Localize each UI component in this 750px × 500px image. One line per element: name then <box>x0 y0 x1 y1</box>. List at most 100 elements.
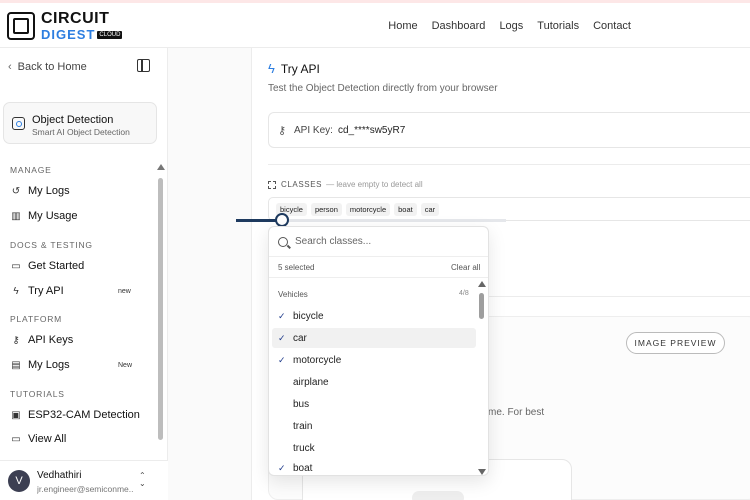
preview-hint-text: me. For best <box>488 407 545 418</box>
nav-logs[interactable]: Logs <box>499 20 523 32</box>
new-badge: new <box>118 287 131 295</box>
nav-home[interactable]: Home <box>388 20 417 32</box>
chip-logo-icon <box>7 12 35 40</box>
object-detection-icon <box>12 117 25 130</box>
sidebar-item-label: My Logs <box>28 185 70 197</box>
logo-line2: DIGEST <box>41 27 96 42</box>
class-chip[interactable]: motorcycle <box>345 202 391 216</box>
section-docs: DOCS & TESTING <box>10 240 93 250</box>
check-icon: ✓ <box>278 332 286 343</box>
divider <box>268 164 750 165</box>
avatar: V <box>8 470 30 492</box>
class-option-boat[interactable]: ✓ boat <box>272 460 476 476</box>
key-icon: ⚷ <box>12 334 20 346</box>
sidebar-item-api-keys[interactable]: ⚷ API Keys <box>10 331 140 349</box>
option-label: boat <box>293 462 313 474</box>
group-count: 4/8 <box>459 290 469 297</box>
class-option-truck[interactable]: truck <box>272 438 476 458</box>
circuit-digest-logo[interactable]: CIRCUIT DIGEST CLOUD <box>7 10 123 42</box>
book-icon: ▭ <box>11 433 21 445</box>
sidebar-item-view-all[interactable]: ▭ View All <box>10 430 140 448</box>
bolt-icon: ϟ <box>13 285 19 297</box>
check-icon: ✓ <box>278 354 286 365</box>
section-manage: MANAGE <box>10 165 52 175</box>
api-key-field[interactable]: ⚷ API Key: cd_****sw5yR7 <box>268 112 750 148</box>
back-label: Back to Home <box>17 61 87 73</box>
service-card[interactable]: Object Detection Smart AI Object Detecti… <box>3 102 157 144</box>
sidebar-item-get-started[interactable]: ▭ Get Started <box>10 257 140 275</box>
scroll-thumb[interactable] <box>479 293 484 319</box>
user-email: jr.engineer@semiconme... <box>37 484 133 494</box>
sidebar-scrollbar[interactable] <box>157 164 165 500</box>
option-label: bicycle <box>293 310 324 322</box>
classes-select[interactable]: bicycle person motorcycle boat car <box>268 197 750 221</box>
page-subtitle: Test the Object Detection directly from … <box>268 83 498 94</box>
sidebar-item-try-api[interactable]: ϟ Try API new <box>10 282 140 300</box>
bar-chart-icon: ▥ <box>11 210 21 222</box>
try-api-title: ϟ Try API <box>268 61 320 76</box>
sidebar-toggle-icon[interactable] <box>137 59 150 72</box>
option-label: airplane <box>293 376 329 388</box>
upload-pill <box>412 491 464 500</box>
sidebar-item-my-logs-platform[interactable]: ▤ My Logs New <box>10 356 140 374</box>
user-name: Vedhathiri <box>37 470 82 481</box>
search-icon <box>278 236 288 247</box>
sidebar-item-label: View All <box>28 433 67 445</box>
page-title: Try API <box>280 61 320 76</box>
scroll-up-arrow-icon[interactable] <box>157 164 165 170</box>
sidebar-item-my-usage[interactable]: ▥ My Usage <box>10 207 140 225</box>
scroll-down-arrow-icon[interactable] <box>478 469 486 475</box>
service-subtitle: Smart AI Object Detection <box>32 127 130 137</box>
clear-all-button[interactable]: Clear all <box>451 263 480 272</box>
logo-line1: CIRCUIT <box>41 10 110 27</box>
logo-line2-wrap: DIGEST CLOUD <box>41 27 123 42</box>
class-option-car[interactable]: ✓ car <box>272 328 476 348</box>
main-nav: Home Dashboard Logs Tutorials Contact <box>374 20 631 32</box>
search-input[interactable] <box>295 236 465 247</box>
sidebar-item-label: My Usage <box>28 210 78 222</box>
class-option-motorcycle[interactable]: ✓ motorcycle <box>272 350 476 370</box>
check-icon: ✓ <box>278 310 286 321</box>
chip-icon: ▣ <box>11 409 21 421</box>
chevron-left-icon: ‹ <box>8 61 12 73</box>
class-chip[interactable]: boat <box>394 202 417 216</box>
scroll-thumb[interactable] <box>158 178 163 440</box>
sidebar-item-my-logs[interactable]: ↺ My Logs <box>10 182 140 200</box>
dropdown-scrollbar[interactable] <box>478 281 486 476</box>
user-profile[interactable]: V Vedhathiri jr.engineer@semiconme... ⌃ ⌄ <box>0 460 168 500</box>
api-key-label: API Key: <box>294 125 333 136</box>
back-to-home-link[interactable]: ‹ Back to Home <box>8 61 87 73</box>
sidebar-item-esp32[interactable]: ▣ ESP32-CAM Detection <box>10 406 140 424</box>
option-label: motorcycle <box>293 354 342 366</box>
sidebar-item-label: ESP32-CAM Detection <box>28 409 140 421</box>
api-key-value: cd_****sw5yR7 <box>338 125 406 136</box>
check-icon: ✓ <box>278 462 286 473</box>
class-option-bicycle[interactable]: ✓ bicycle <box>272 306 476 326</box>
class-option-bus[interactable]: bus <box>272 394 476 414</box>
sidebar-item-label: Try API <box>28 285 64 297</box>
class-option-train[interactable]: train <box>272 416 476 436</box>
classes-dropdown: 5 selected Clear all Vehicles 4/8 ✓ bicy… <box>268 226 489 476</box>
nav-dashboard[interactable]: Dashboard <box>432 20 486 32</box>
sidebar: ‹ Back to Home Object Detection Smart AI… <box>0 48 168 500</box>
logo-wordmark: CIRCUIT DIGEST CLOUD <box>41 10 123 42</box>
sidebar-item-label: Get Started <box>28 260 85 272</box>
section-tutorials: TUTORIALS <box>10 389 65 399</box>
message-icon: ▤ <box>11 359 21 371</box>
slider-knob[interactable] <box>275 213 289 227</box>
scan-icon <box>268 180 276 189</box>
option-label: train <box>293 420 313 432</box>
image-preview-button[interactable]: IMAGE PREVIEW <box>626 332 725 354</box>
nav-tutorials[interactable]: Tutorials <box>537 20 579 32</box>
selection-meta: 5 selected Clear all <box>269 258 488 278</box>
chevron-updown-icon[interactable]: ⌃ ⌄ <box>139 472 146 488</box>
class-option-airplane[interactable]: airplane <box>272 372 476 392</box>
class-chip[interactable]: car <box>420 202 440 216</box>
group-label: Vehicles <box>278 290 308 299</box>
scroll-up-arrow-icon[interactable] <box>478 281 486 287</box>
book-icon: ▭ <box>11 260 21 272</box>
service-title: Object Detection <box>32 114 114 126</box>
class-chip[interactable]: person <box>310 202 342 216</box>
key-icon: ⚷ <box>278 125 287 137</box>
nav-contact[interactable]: Contact <box>593 20 631 32</box>
